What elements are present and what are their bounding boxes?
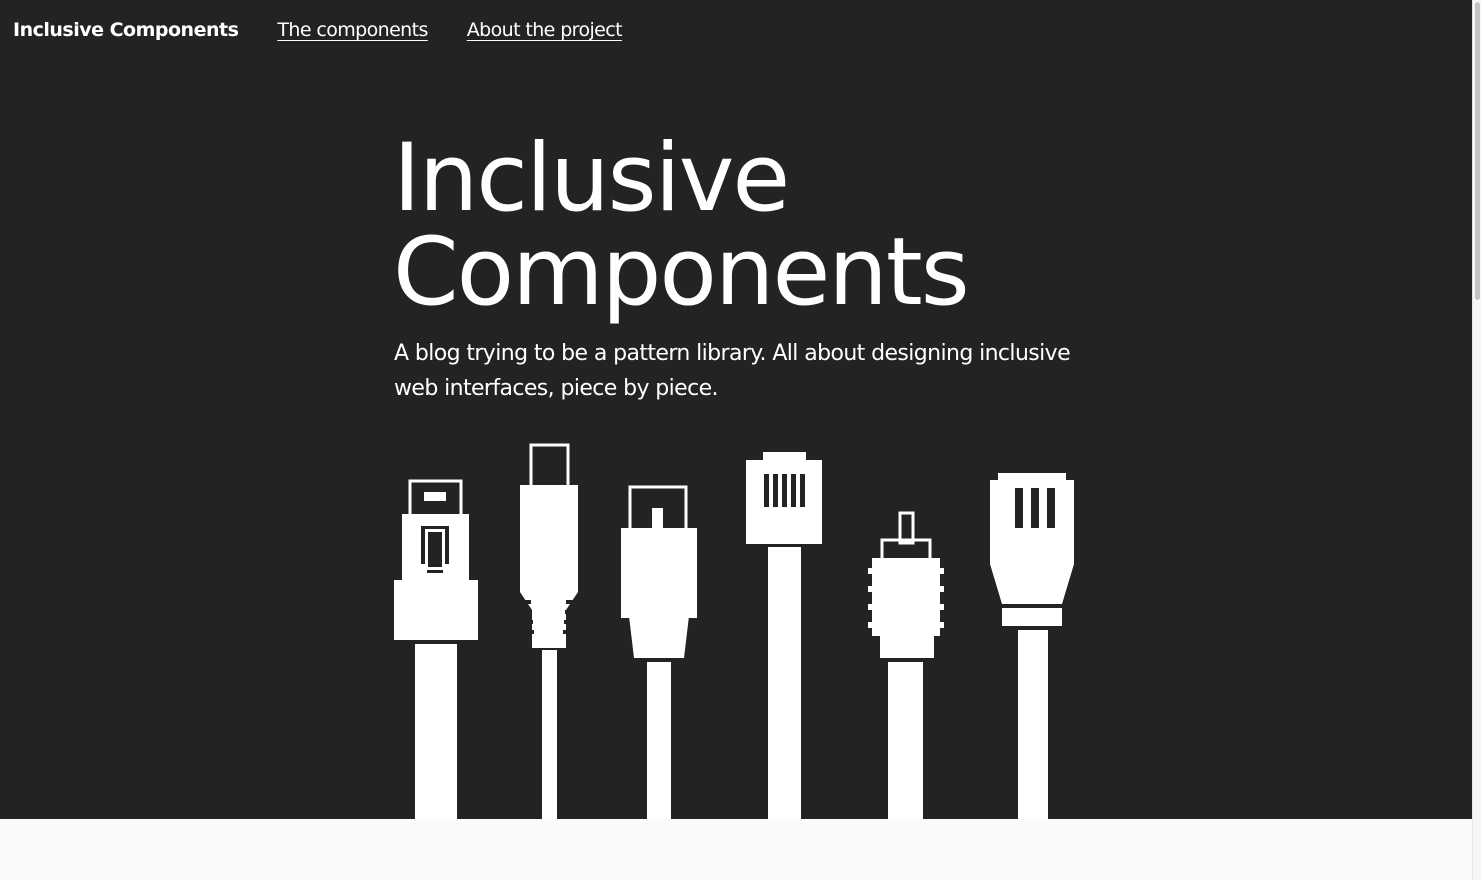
scrollbar-thumb[interactable] [1475,2,1480,300]
page-title-line-2: Components [393,218,970,327]
usb-b-plug-icon [621,485,697,819]
page-title-line-1: Inclusive [393,124,790,233]
usb-mini-plug-icon [520,443,578,819]
page-subtitle: A blog trying to be a pattern library. A… [394,341,1071,401]
usb-a-plug-icon [394,479,478,819]
page-scrollbar[interactable] [1472,0,1481,880]
brand-home-link[interactable]: Inclusive Components [13,19,239,41]
phone-jack-plug-icon [746,452,822,819]
cables-illustration [394,443,1074,819]
hero-banner: Inclusive Components The components Abou… [0,0,1472,819]
site-navigation: Inclusive Components The components Abou… [13,14,661,46]
rca-plug-icon [868,511,944,819]
page-title: Inclusive Components [393,132,1153,320]
nav-link-about[interactable]: About the project [467,19,623,41]
nav-link-components[interactable]: The components [277,19,428,41]
ethernet-plug-icon [990,473,1074,819]
